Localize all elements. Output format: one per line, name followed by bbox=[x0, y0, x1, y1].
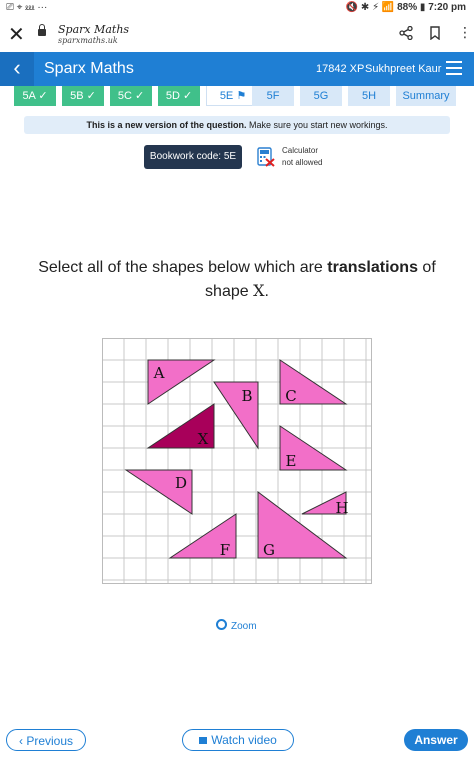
tab-5h[interactable]: 5H bbox=[348, 86, 390, 106]
task-tabs: 5A ✓ 5B ✓ 5C ✓ 5D ✓ 5E ⚑ 5F 5G 5H Summar… bbox=[14, 86, 464, 106]
browser-url[interactable]: sparxmaths.uk bbox=[58, 36, 118, 45]
shape-grid: A B C D E F G H X bbox=[102, 338, 372, 584]
question-part: Select all of the shapes below which are bbox=[38, 259, 328, 276]
status-bar: ⎚ ⌖ ⅏ ··· 🔇 ✱ ⚡ 📶 88% ▮ 7:20 pm bbox=[0, 0, 474, 16]
banner-text: Make sure you start new workings. bbox=[246, 120, 388, 130]
more-options-icon[interactable]: ⋮ bbox=[458, 25, 472, 39]
lock-icon bbox=[38, 24, 46, 36]
close-icon[interactable]: ✕ bbox=[8, 22, 25, 47]
status-right: 🔇 ✱ ⚡ 📶 88% ▮ 7:20 pm bbox=[345, 2, 466, 13]
zoom-link[interactable]: Zoom bbox=[216, 618, 257, 632]
tab-5b[interactable]: 5B ✓ bbox=[62, 86, 104, 106]
browser-page-title: Sparx Maths bbox=[58, 23, 130, 36]
shape-e-label: E bbox=[286, 452, 297, 470]
question-shape-name: X bbox=[253, 281, 265, 300]
tab-summary[interactable]: Summary bbox=[396, 86, 456, 106]
shape-x-label: X bbox=[198, 430, 209, 448]
back-button[interactable]: ‹ bbox=[0, 52, 34, 86]
shape-f-label: F bbox=[220, 541, 230, 559]
calculator-not-allowed-icon bbox=[257, 147, 275, 167]
xp-counter: 17842 XP bbox=[316, 63, 365, 75]
bookwork-code-button[interactable]: Bookwork code: 5E bbox=[144, 145, 242, 169]
shape-g-label: G bbox=[263, 541, 275, 559]
previous-button[interactable]: ‹ Previous bbox=[6, 729, 86, 751]
app-title: Sparx Maths bbox=[44, 60, 134, 77]
watch-video-label: Watch video bbox=[211, 733, 277, 747]
shape-d-label: D bbox=[175, 474, 187, 492]
calculator-status: not allowed bbox=[282, 158, 323, 167]
tab-5f[interactable]: 5F bbox=[252, 86, 294, 106]
question-part: . bbox=[264, 283, 269, 300]
shape-b-label: B bbox=[241, 387, 252, 405]
question-part: shape bbox=[205, 283, 254, 300]
shape-a-label: A bbox=[153, 364, 165, 382]
calculator-label: Calculator bbox=[282, 146, 319, 155]
share-icon[interactable] bbox=[399, 26, 413, 40]
hamburger-menu-icon[interactable] bbox=[446, 61, 462, 75]
zoom-label: Zoom bbox=[231, 621, 257, 632]
answer-button[interactable]: Answer bbox=[404, 729, 468, 751]
new-version-banner: This is a new version of the question. M… bbox=[24, 116, 450, 134]
shape-h-label: H bbox=[335, 499, 348, 517]
tab-5d[interactable]: 5D ✓ bbox=[158, 86, 200, 106]
tab-5c[interactable]: 5C ✓ bbox=[110, 86, 152, 106]
banner-bold-text: This is a new version of the question. bbox=[86, 120, 247, 130]
bookmark-icon[interactable] bbox=[430, 26, 440, 40]
tab-5a[interactable]: 5A ✓ bbox=[14, 86, 56, 106]
zoom-icon bbox=[216, 619, 227, 630]
question-text: Select all of the shapes below which are… bbox=[0, 256, 474, 303]
question-part: of bbox=[417, 259, 436, 276]
shape-c-label: C bbox=[285, 387, 296, 405]
video-camera-icon bbox=[199, 737, 208, 744]
watch-video-button[interactable]: Watch video bbox=[182, 729, 294, 751]
user-name[interactable]: Sukhpreet Kaur bbox=[365, 63, 441, 75]
question-keyword: translations bbox=[327, 259, 418, 276]
tab-5g[interactable]: 5G bbox=[300, 86, 342, 106]
status-left: ⎚ ⌖ ⅏ ··· bbox=[6, 2, 48, 13]
